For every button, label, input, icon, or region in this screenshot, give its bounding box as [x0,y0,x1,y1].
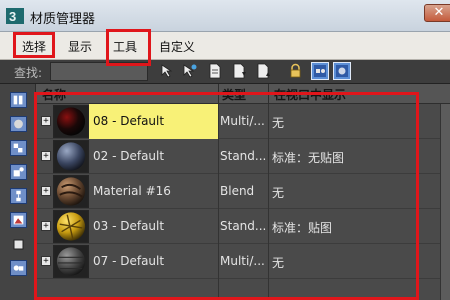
vertical-scrollbar[interactable] [440,104,450,300]
app-3dsmax-icon: 3 [6,8,24,24]
checker-icon[interactable] [10,140,27,156]
close-button[interactable]: ✕ [424,4,450,22]
toolbar: 查找: [0,60,450,84]
scene-objects-icon[interactable] [10,260,27,276]
left-toolbar [0,84,36,300]
menu-bar: 选择 显示 工具 自定义 [0,32,450,60]
highlight-box-select-menu [13,32,55,58]
menu-display[interactable]: 显示 [68,38,92,55]
hierarchy-icon[interactable] [10,188,27,204]
view-scene-icon[interactable] [311,62,329,80]
sphere-icon[interactable] [10,116,27,132]
svg-text:3: 3 [9,9,16,24]
document-up-icon[interactable] [256,63,271,79]
box-icon[interactable] [10,236,27,252]
window-title: 材质管理器 [30,12,96,27]
menu-customize[interactable]: 自定义 [159,38,195,55]
select-objects-icon[interactable] [160,63,175,79]
material-manager-window: 3 材质管理器 ✕ 选择 显示 工具 自定义 查找: 名称 类型 在视口中显示 … [0,0,450,300]
document-icon[interactable] [207,63,222,79]
highlight-box-material-list [34,92,419,300]
select-by-material-icon[interactable] [182,63,197,79]
title-bar[interactable]: 3 材质管理器 ✕ [0,0,450,32]
document-down-icon[interactable] [232,63,247,79]
view-materials-icon[interactable] [333,62,351,80]
material-map-icon[interactable] [10,212,27,228]
find-label: 查找: [14,66,43,80]
highlight-box-tools-menu [106,29,151,66]
columns-icon[interactable] [10,92,27,108]
object-icon[interactable] [10,164,27,180]
lock-icon[interactable] [288,63,303,79]
